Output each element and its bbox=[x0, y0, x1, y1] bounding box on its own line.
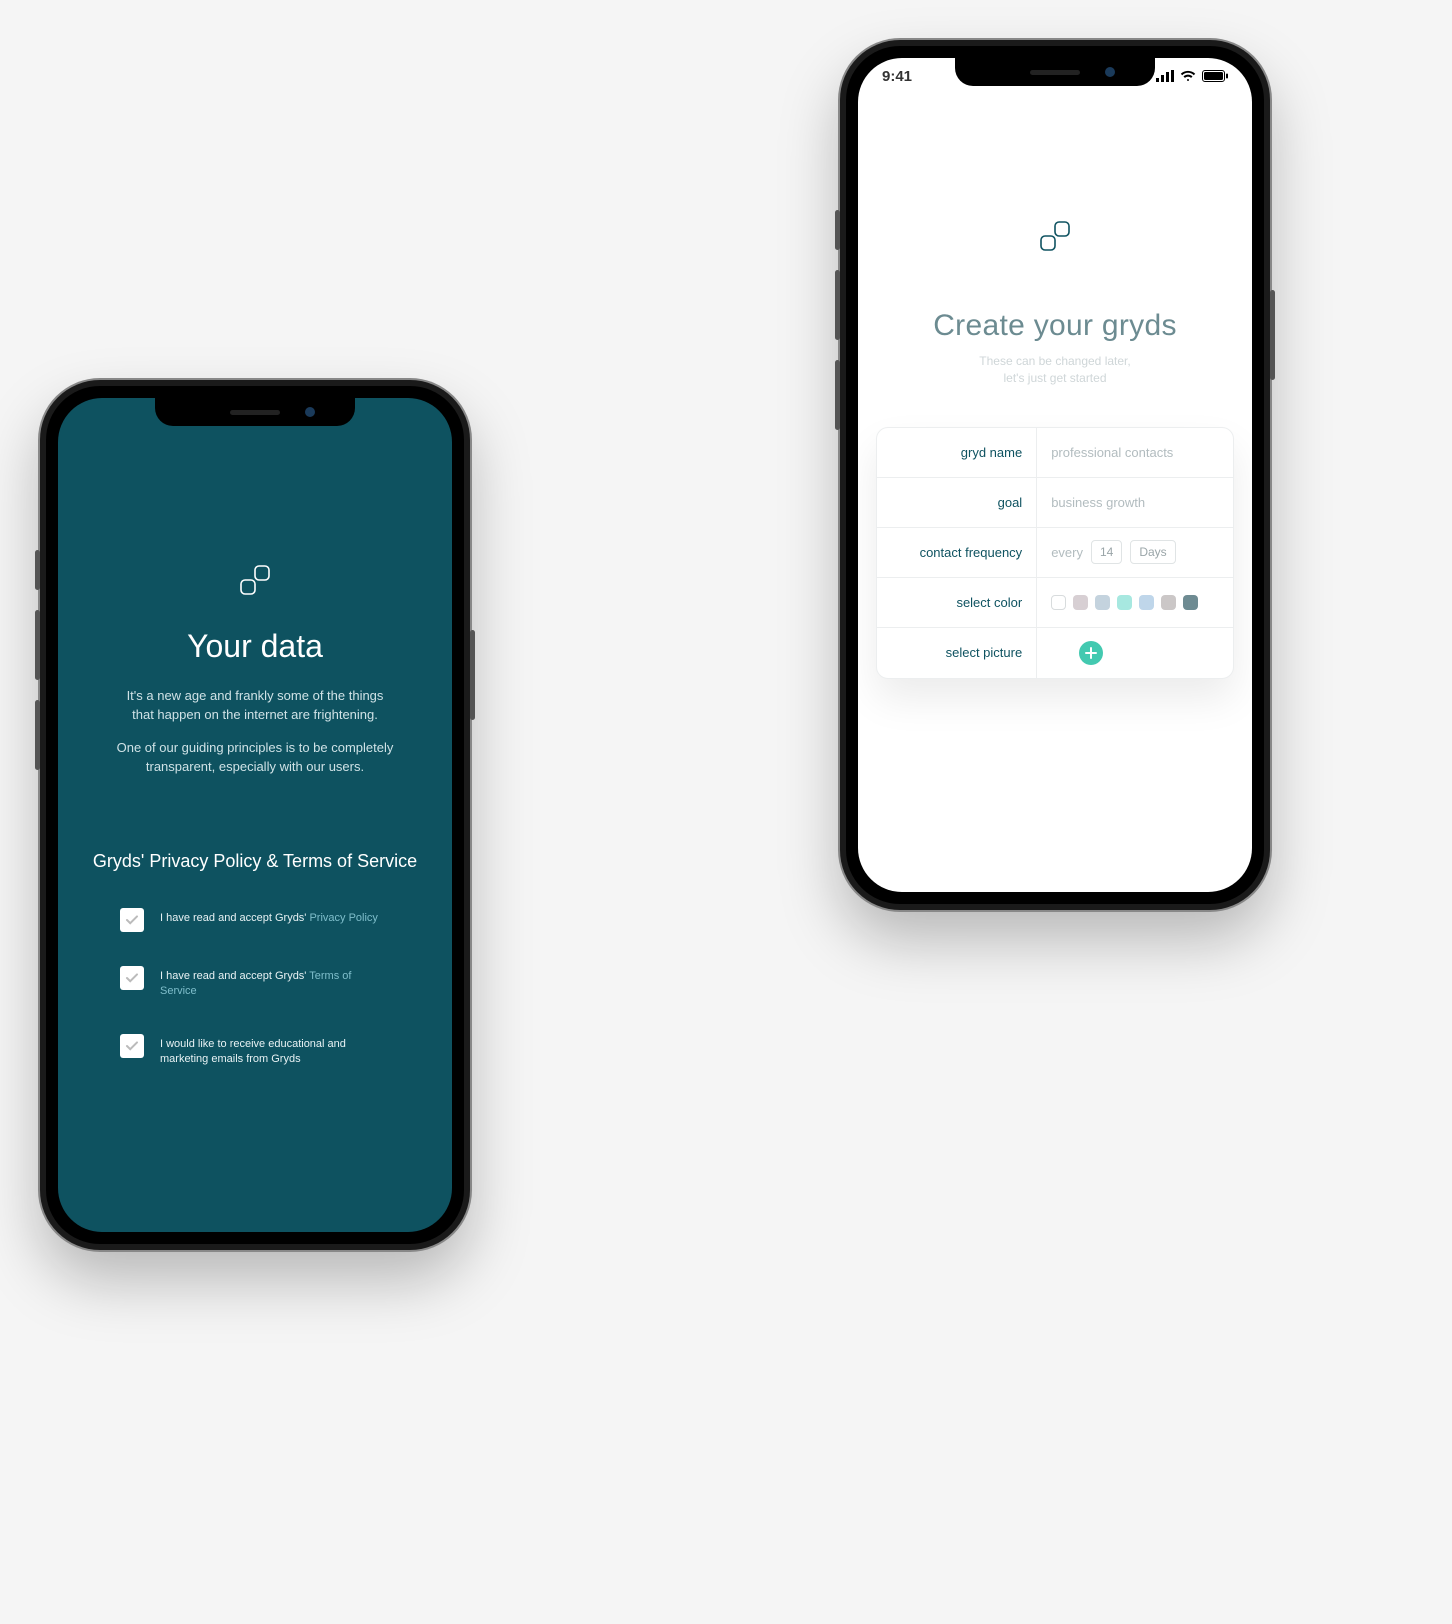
phone-mockup-privacy: Your data It's a new age and frankly som… bbox=[40, 380, 470, 1250]
gryds-logo-icon bbox=[233, 558, 277, 602]
status-time: 9:41 bbox=[882, 68, 912, 85]
freq-unit-select[interactable]: Days bbox=[1130, 540, 1175, 564]
page-title: Your data bbox=[58, 628, 452, 665]
marketing-consent-row: I would like to receive educational and … bbox=[120, 1034, 390, 1068]
privacy-policy-checkbox[interactable] bbox=[120, 908, 144, 932]
contact-frequency-label: contact frequency bbox=[877, 528, 1037, 577]
select-picture-label: select picture bbox=[877, 628, 1037, 678]
freq-prefix: every bbox=[1051, 545, 1083, 560]
goal-input[interactable]: business growth bbox=[1037, 478, 1233, 527]
terms-checkbox[interactable] bbox=[120, 966, 144, 990]
phone-mockup-create-gryd: 9:41 Create your gryds These can be chan… bbox=[840, 40, 1270, 910]
marketing-label: I would like to receive educational and … bbox=[160, 1034, 390, 1068]
cellular-icon bbox=[1156, 70, 1174, 82]
privacy-policy-consent-row: I have read and accept Gryds' Privacy Po… bbox=[120, 908, 390, 932]
contact-frequency-control: every 14 Days bbox=[1037, 528, 1233, 577]
gryd-name-input[interactable]: professional contacts bbox=[1037, 428, 1233, 477]
check-icon bbox=[125, 913, 139, 927]
terms-consent-row: I have read and accept Gryds' Terms of S… bbox=[120, 966, 390, 1000]
marketing-checkbox[interactable] bbox=[120, 1034, 144, 1058]
privacy-screen: Your data It's a new age and frankly som… bbox=[58, 398, 452, 1232]
check-icon bbox=[125, 1039, 139, 1053]
goal-label: goal bbox=[877, 478, 1037, 527]
intro-paragraph-2: One of our guiding principles is to be c… bbox=[115, 739, 395, 777]
terms-label: I have read and accept Gryds' Terms of S… bbox=[160, 966, 390, 1000]
create-gryd-screen: 9:41 Create your gryds These can be chan… bbox=[858, 58, 1252, 892]
wifi-icon bbox=[1180, 70, 1196, 82]
gryd-form-card: gryd name professional contacts goal bus… bbox=[876, 427, 1234, 679]
privacy-policy-label: I have read and accept Gryds' Privacy Po… bbox=[160, 908, 378, 926]
add-picture-button[interactable] bbox=[1079, 641, 1103, 665]
color-swatch[interactable] bbox=[1139, 595, 1154, 610]
color-swatches bbox=[1037, 578, 1198, 627]
freq-number-input[interactable]: 14 bbox=[1091, 540, 1122, 564]
plus-icon bbox=[1085, 647, 1097, 659]
intro-paragraph-1: It's a new age and frankly some of the t… bbox=[115, 687, 395, 725]
battery-icon bbox=[1202, 70, 1228, 82]
page-title: Create your gryds bbox=[858, 309, 1252, 343]
select-color-label: select color bbox=[877, 578, 1037, 627]
check-icon bbox=[125, 971, 139, 985]
privacy-policy-link[interactable]: Privacy Policy bbox=[309, 912, 377, 924]
color-swatch[interactable] bbox=[1117, 595, 1132, 610]
color-swatch[interactable] bbox=[1095, 595, 1110, 610]
page-hint: These can be changed later,let's just ge… bbox=[858, 353, 1252, 387]
policy-heading: Gryds' Privacy Policy & Terms of Service bbox=[58, 850, 452, 873]
color-swatch[interactable] bbox=[1051, 595, 1066, 610]
color-swatch[interactable] bbox=[1183, 595, 1198, 610]
gryds-logo-icon bbox=[1033, 214, 1077, 258]
gryd-name-label: gryd name bbox=[877, 428, 1037, 477]
color-swatch[interactable] bbox=[1073, 595, 1088, 610]
color-swatch[interactable] bbox=[1161, 595, 1176, 610]
